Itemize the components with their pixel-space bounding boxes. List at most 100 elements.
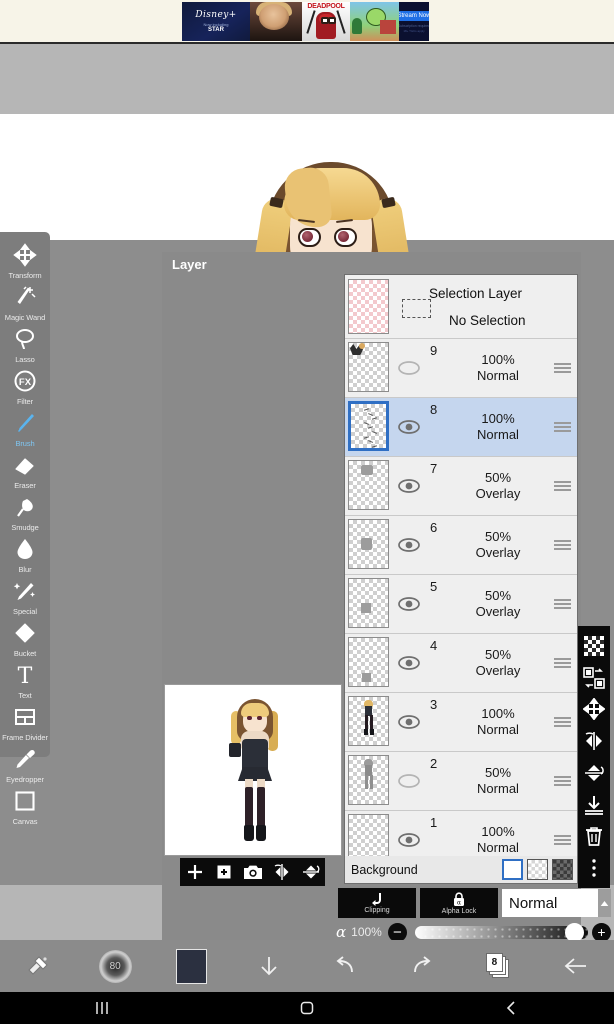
alpha-slider-knob[interactable]: [565, 922, 584, 942]
background-row[interactable]: Background: [344, 856, 578, 884]
flip-horizontal-button[interactable]: [270, 861, 294, 883]
flip-vertical-button[interactable]: [581, 760, 607, 786]
layer-visibility-toggle[interactable]: [389, 575, 429, 633]
trash-button[interactable]: [581, 823, 607, 849]
camera-import-button[interactable]: [241, 861, 265, 883]
flip-horizontal-button[interactable]: [581, 728, 607, 754]
tool-canvas[interactable]: Canvas: [0, 784, 50, 826]
layer-visibility-toggle[interactable]: [389, 457, 429, 515]
bottom-app-bar[interactable]: 80 8: [0, 940, 614, 992]
layer-row[interactable]: 6 50% Overlay: [345, 516, 577, 575]
layer-row[interactable]: 2 50% Normal: [345, 752, 577, 811]
layer-visibility-toggle[interactable]: [389, 634, 429, 692]
move-layer-button[interactable]: [581, 696, 607, 722]
left-tool-palette[interactable]: Transform Magic Wand Lasso FX Filter Brush Era…: [0, 232, 50, 826]
layer-thumbnail[interactable]: [348, 519, 389, 569]
layer-row[interactable]: 3 100% Normal: [345, 693, 577, 752]
nav-back-button[interactable]: [409, 999, 614, 1017]
android-nav-bar[interactable]: [0, 992, 614, 1024]
layer-row[interactable]: 5 50% Overlay: [345, 575, 577, 634]
tool-eyedropper[interactable]: Eyedropper: [0, 742, 50, 784]
tool-special[interactable]: Special: [0, 574, 50, 616]
canvas-preview[interactable]: [164, 684, 342, 856]
selection-layer-row[interactable]: Selection Layer No Selection: [345, 275, 577, 339]
layer-action-bar[interactable]: [180, 858, 325, 886]
tool-text[interactable]: T Text: [0, 658, 50, 700]
tool-filter[interactable]: FX Filter: [0, 364, 50, 406]
alpha-slider[interactable]: [414, 922, 588, 942]
layer-row[interactable]: 4 50% Overlay: [345, 634, 577, 693]
layer-visibility-toggle[interactable]: [389, 516, 429, 574]
layer-row[interactable]: 9 100% Normal: [345, 339, 577, 398]
clipping-button[interactable]: Clipping: [338, 888, 416, 918]
layer-thumbnail[interactable]: [348, 460, 389, 510]
background-option-light-checker[interactable]: [527, 859, 548, 880]
background-option-dark-checker[interactable]: [552, 859, 573, 880]
layer-drag-handle[interactable]: [547, 752, 577, 810]
checkerboard-button[interactable]: [581, 633, 607, 659]
layer-visibility-toggle[interactable]: [389, 811, 429, 861]
background-option-white[interactable]: [502, 859, 523, 880]
layer-thumbnail-art: [349, 343, 388, 391]
layer-drag-handle[interactable]: [547, 516, 577, 574]
tool-smudge[interactable]: Smudge: [0, 490, 50, 532]
tool-magic-wand[interactable]: Magic Wand: [0, 280, 50, 322]
alpha-lock-button[interactable]: α Alpha Lock: [420, 888, 498, 918]
brush-size-button[interactable]: 80: [77, 940, 154, 992]
flip-vertical-button[interactable]: [299, 861, 323, 883]
layer-list[interactable]: Selection Layer No Selection 9 100% Normal…: [344, 274, 578, 862]
layer-thumbnail[interactable]: [348, 755, 389, 805]
disney-plus-banner-ad[interactable]: Disney+ Now including STAR DEADPOOL Stre…: [182, 2, 429, 41]
blend-controls-bar[interactable]: Clipping α Alpha Lock Normal: [338, 888, 614, 918]
swap-layers-button[interactable]: [581, 665, 607, 691]
layer-row[interactable]: 7 50% Overlay: [345, 457, 577, 516]
tool-lasso[interactable]: Lasso: [0, 322, 50, 364]
download-button[interactable]: [230, 940, 307, 992]
layer-visibility-toggle[interactable]: [389, 752, 429, 810]
brush-eraser-toggle-button[interactable]: [0, 940, 77, 992]
tool-transform[interactable]: Transform: [0, 238, 50, 280]
layer-drag-handle[interactable]: [547, 811, 577, 861]
layer-visibility-toggle[interactable]: [389, 398, 429, 456]
layer-drag-handle[interactable]: [547, 457, 577, 515]
layer-blend-mode: Normal: [477, 781, 519, 796]
layer-thumbnail[interactable]: [348, 696, 389, 746]
blend-mode-select[interactable]: Normal: [502, 889, 598, 917]
layer-drag-handle[interactable]: [547, 339, 577, 397]
layers-button[interactable]: 8: [461, 940, 538, 992]
layer-thumbnail[interactable]: [348, 578, 389, 628]
undo-button[interactable]: [307, 940, 384, 992]
color-swatch-button[interactable]: [154, 940, 231, 992]
redo-button[interactable]: [384, 940, 461, 992]
layer-thumbnail[interactable]: [348, 342, 389, 392]
tool-brush[interactable]: Brush: [0, 406, 50, 448]
tool-frame-divider[interactable]: Frame Divider: [0, 700, 50, 742]
layer-thumbnail[interactable]: [348, 401, 389, 451]
merge-down-button[interactable]: [581, 792, 607, 818]
home-button[interactable]: [205, 999, 410, 1017]
layer-visibility-toggle[interactable]: [389, 693, 429, 751]
layer-row[interactable]: 8 100% Normal: [345, 398, 577, 457]
more-vertical-button[interactable]: [581, 855, 607, 881]
layer-drag-handle[interactable]: [547, 634, 577, 692]
tool-eraser[interactable]: Eraser: [0, 448, 50, 490]
chevron-up-icon[interactable]: [598, 889, 611, 917]
layer-row[interactable]: 1 100% Normal: [345, 811, 577, 861]
back-button[interactable]: [537, 940, 614, 992]
alpha-decrease-button[interactable]: −: [387, 922, 407, 942]
ad-cta-cell[interactable]: Stream Now Subscription required 18+ T&C…: [399, 2, 429, 41]
layer-thumbnail[interactable]: [348, 814, 389, 861]
alpha-increase-button[interactable]: +: [592, 922, 611, 942]
layer-drag-handle[interactable]: [547, 575, 577, 633]
layer-side-toolbar[interactable]: [578, 626, 610, 888]
recents-button[interactable]: [0, 999, 205, 1017]
duplicate-layer-button[interactable]: [212, 861, 236, 883]
layer-drag-handle[interactable]: [547, 693, 577, 751]
layer-drag-handle[interactable]: [547, 398, 577, 456]
layer-visibility-toggle[interactable]: [389, 339, 429, 397]
add-layer-button[interactable]: [183, 861, 207, 883]
ad-stream-now-button[interactable]: Stream Now: [399, 10, 429, 21]
layer-thumbnail[interactable]: [348, 637, 389, 687]
tool-blur[interactable]: Blur: [0, 532, 50, 574]
tool-bucket[interactable]: Bucket: [0, 616, 50, 658]
